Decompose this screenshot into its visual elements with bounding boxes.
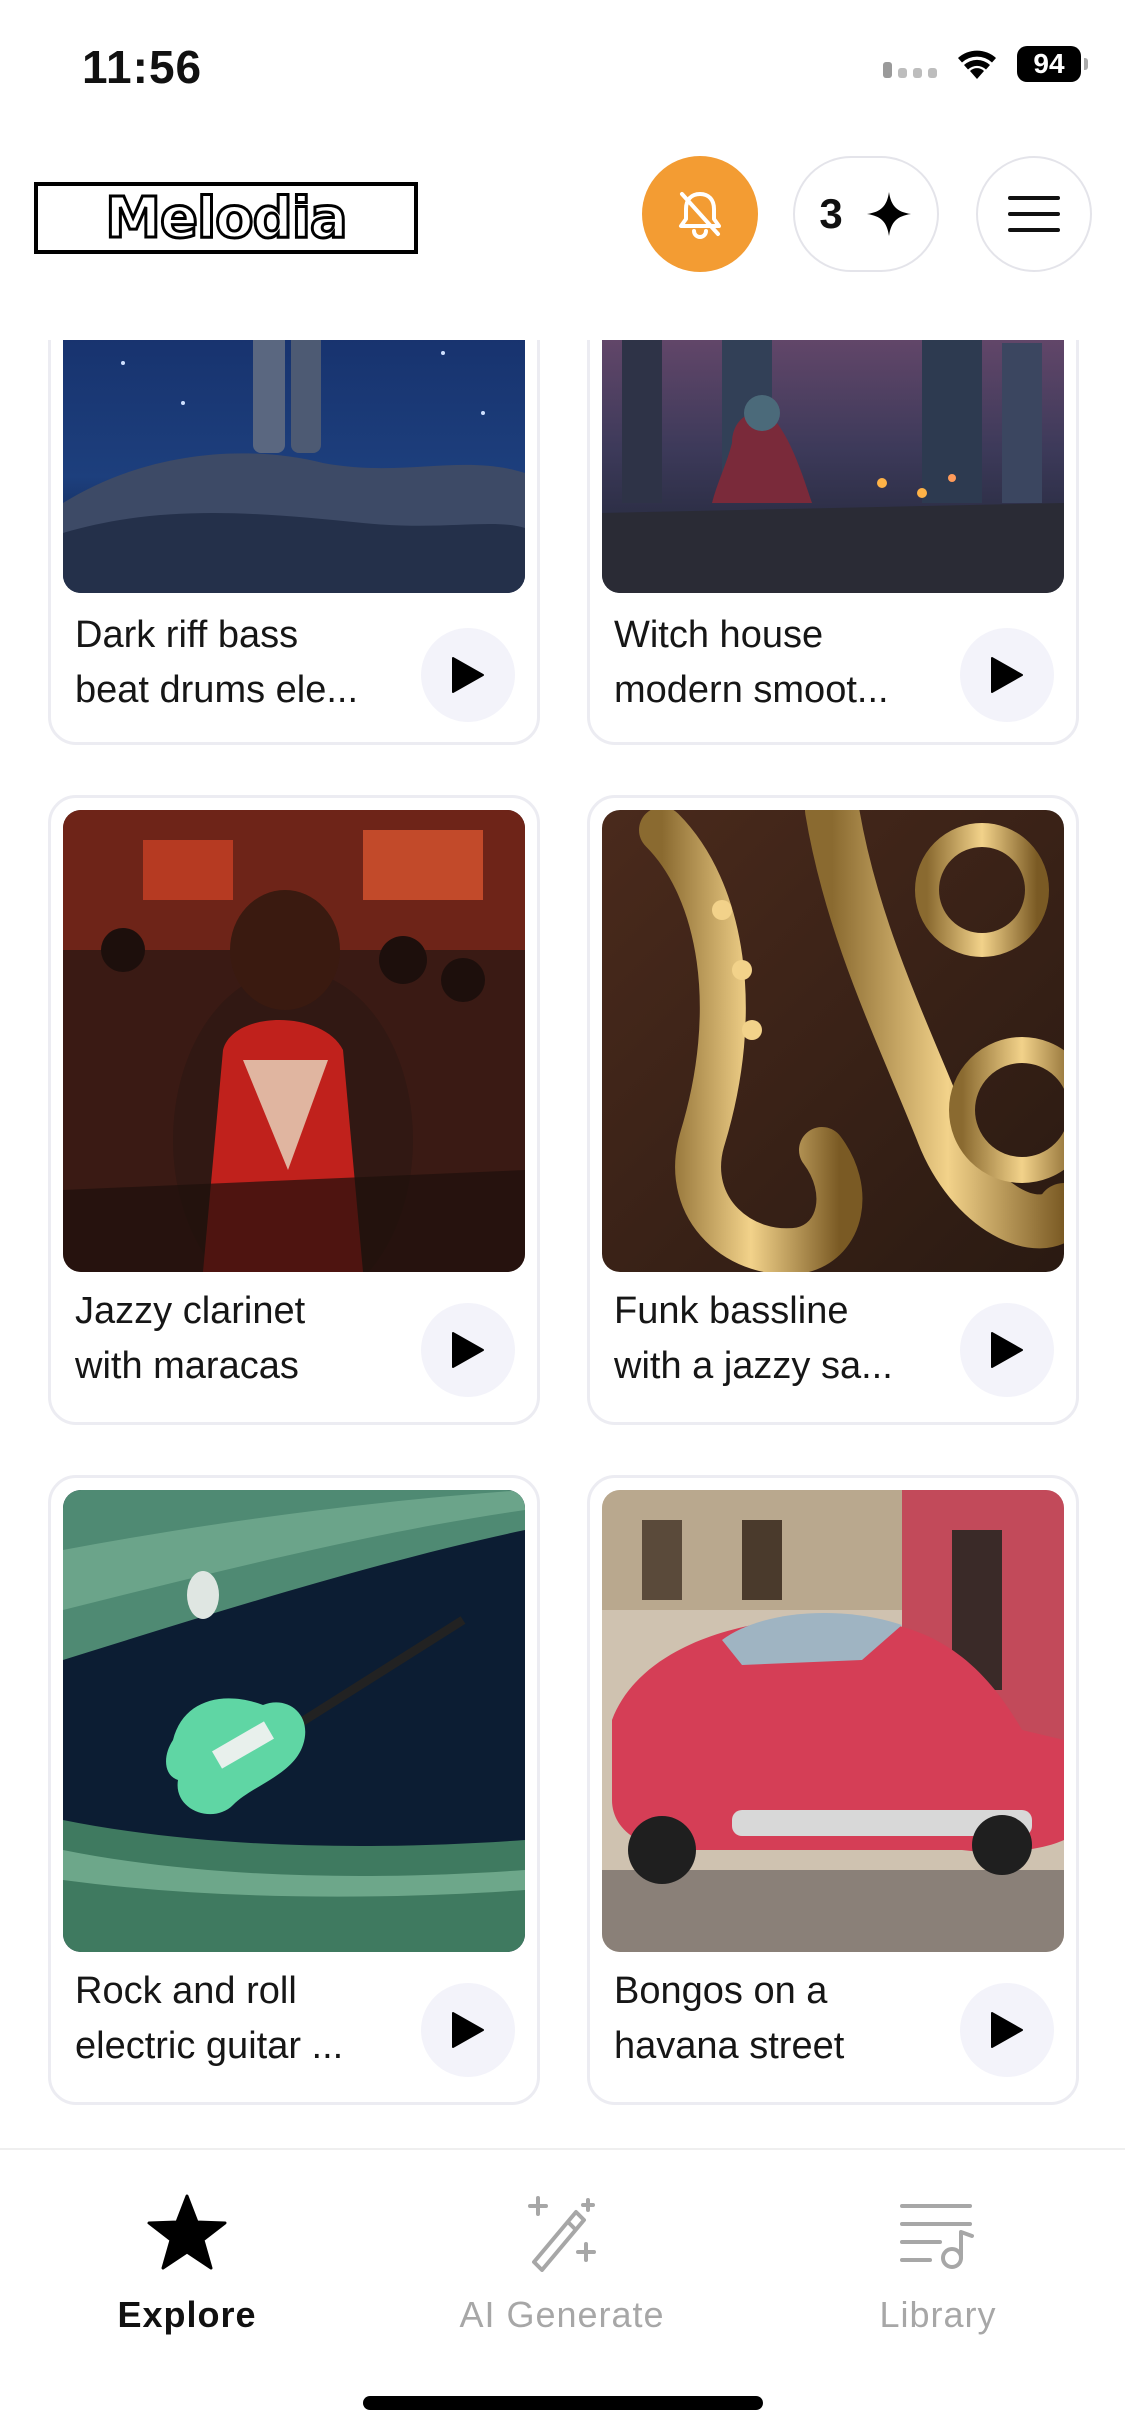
track-artwork <box>63 810 525 1272</box>
play-icon <box>991 657 1023 693</box>
track-title: Funk bassline with a jazzy sa... <box>614 1290 893 1387</box>
track-title: Jazzy clarinet with maracas <box>75 1290 306 1387</box>
play-button[interactable] <box>421 1303 515 1397</box>
play-icon <box>991 1332 1023 1368</box>
track-card[interactable]: Jazzy clarinet with maracas <box>48 795 540 1425</box>
track-card[interactable]: Witch house modern smoot... <box>587 340 1079 745</box>
status-icons: 94 <box>883 46 1088 82</box>
app-header: Melodia 3 <box>0 140 1125 340</box>
notifications-button[interactable] <box>642 156 758 272</box>
play-icon <box>452 2012 484 2048</box>
play-button[interactable] <box>960 1983 1054 2077</box>
play-icon <box>452 1332 484 1368</box>
bottom-tab-bar: Explore AI Generate Library <box>0 2148 1125 2436</box>
credits-count: 3 <box>819 190 843 237</box>
sparkle-icon <box>866 192 911 236</box>
track-card[interactable]: Funk bassline with a jazzy sa... <box>587 795 1079 1425</box>
track-card[interactable]: Bongos on a havana street <box>587 1475 1079 2105</box>
track-artwork <box>63 340 525 593</box>
play-icon <box>452 657 484 693</box>
track-card[interactable]: Dark riff bass beat drums ele... <box>48 340 540 745</box>
tab-ai-generate[interactable]: AI Generate <box>432 2184 692 2344</box>
track-card[interactable]: Rock and roll electric guitar ... <box>48 1475 540 2105</box>
battery-indicator: 94 <box>1017 46 1088 82</box>
logo-text: Melodia <box>104 184 349 252</box>
play-button[interactable] <box>960 628 1054 722</box>
credits-button[interactable]: 3 <box>793 156 939 272</box>
status-time: 11:56 <box>82 41 203 93</box>
track-title: Witch house modern smoot... <box>614 614 889 711</box>
music-list-icon <box>900 2204 974 2269</box>
app-logo[interactable]: Melodia <box>34 182 418 254</box>
play-button[interactable] <box>421 628 515 722</box>
magic-wand-icon <box>528 2196 596 2272</box>
track-artwork <box>602 810 1064 1272</box>
track-artwork <box>602 340 1064 593</box>
play-button[interactable] <box>421 1983 515 2077</box>
menu-button[interactable] <box>976 156 1092 272</box>
home-indicator[interactable] <box>363 2396 763 2410</box>
tab-library[interactable]: Library <box>808 2184 1068 2344</box>
tab-label: Library <box>879 2294 997 2335</box>
wifi-icon <box>958 50 996 79</box>
play-icon <box>991 2012 1023 2048</box>
star-icon <box>147 2194 227 2270</box>
bell-off-icon <box>679 192 721 239</box>
play-button[interactable] <box>960 1303 1054 1397</box>
track-title: Rock and roll electric guitar ... <box>75 1970 344 2067</box>
status-bar: 11:56 94 <box>0 0 1125 140</box>
track-artwork <box>63 1490 525 1952</box>
hamburger-menu-icon <box>1008 196 1060 232</box>
cellular-signal-icon <box>883 50 937 78</box>
tab-label: AI Generate <box>459 2294 665 2335</box>
track-title: Dark riff bass beat drums ele... <box>75 614 359 711</box>
tab-label: Explore <box>117 2294 257 2335</box>
tab-explore[interactable]: Explore <box>57 2184 317 2344</box>
track-artwork <box>602 1490 1064 1952</box>
track-title: Bongos on a havana street <box>614 1970 845 2067</box>
explore-feed[interactable]: Dark riff bass beat drums ele... Witch h… <box>0 340 1125 2148</box>
